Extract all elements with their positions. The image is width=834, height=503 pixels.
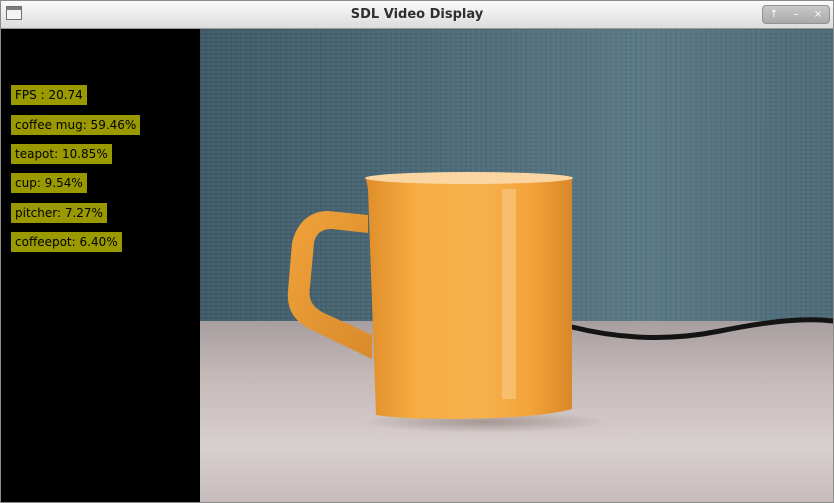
minimize-button[interactable]: –: [785, 6, 807, 23]
title-bar[interactable]: SDL Video Display ↑ – ×: [1, 1, 833, 29]
prediction-label-1: coffee mug: 59.46%: [11, 115, 141, 135]
close-button[interactable]: ×: [807, 6, 829, 23]
window-controls: ↑ – ×: [762, 5, 830, 24]
mug-body: [366, 172, 572, 419]
up-arrow-icon: ↑: [769, 9, 779, 20]
prediction-label-3: cup: 9.54%: [11, 173, 87, 193]
shade-button[interactable]: ↑: [763, 6, 785, 23]
fps-label: FPS : 20.74: [11, 85, 87, 105]
prediction-label-4: pitcher: 7.27%: [11, 203, 107, 223]
prediction-label-2: teapot: 10.85%: [11, 144, 112, 164]
mug-highlight: [502, 189, 516, 399]
prediction-label-5: coffeepot: 6.40%: [11, 232, 122, 252]
mug-rim: [365, 172, 573, 184]
window-title: SDL Video Display: [350, 7, 484, 22]
video-surface: FPS : 20.74 coffee mug: 59.46% teapot: 1…: [1, 29, 833, 502]
sdl-window: SDL Video Display ↑ – × FPS : 20.74 coff…: [0, 0, 834, 503]
camera-frame: [200, 29, 833, 502]
mug-handle: [287, 211, 372, 359]
minimize-icon: –: [793, 9, 799, 20]
close-icon: ×: [813, 9, 823, 20]
cable: [569, 317, 833, 340]
scene-illustration: [287, 172, 833, 419]
